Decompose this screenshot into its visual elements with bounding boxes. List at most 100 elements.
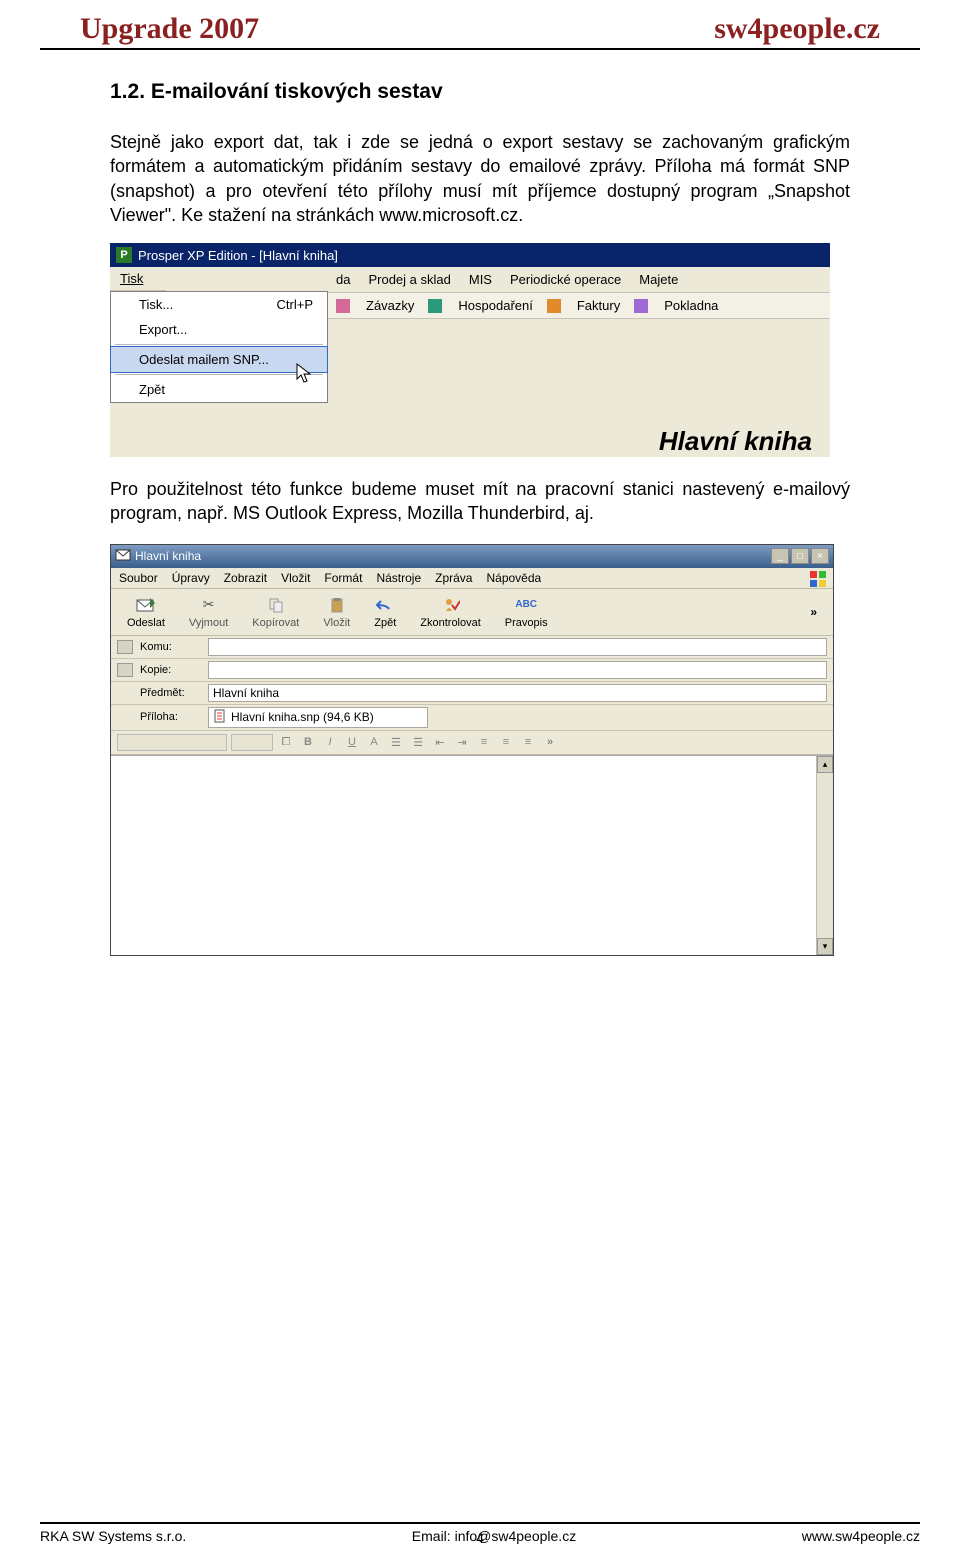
prosper-page-heading: Hlavní kniha (659, 426, 812, 457)
paste-button[interactable]: Vložit (313, 593, 360, 631)
screenshot-outlook: Hlavní kniha _ □ × Soubor Úpravy Zobrazi… (110, 544, 834, 956)
message-body[interactable]: ▴ ▾ (111, 755, 833, 955)
menu-upravy[interactable]: Úpravy (172, 571, 210, 585)
menu-napoveda[interactable]: Nápověda (486, 571, 541, 585)
scrollbar[interactable]: ▴ ▾ (816, 756, 833, 955)
faktury-icon (547, 299, 561, 313)
prosper-topnav-1: da Prodej a sklad MIS Periodické operace… (328, 267, 830, 293)
cc-input[interactable] (208, 661, 827, 679)
font-color-button[interactable]: A (365, 734, 383, 751)
menu-item-zpet[interactable]: Zpět (111, 377, 327, 402)
oe-titlebar: Hlavní kniha _ □ × (111, 545, 833, 568)
send-button[interactable]: Odeslat (117, 593, 175, 631)
scroll-up-icon[interactable]: ▴ (817, 756, 833, 773)
cc-label: Kopie: (140, 664, 204, 676)
nav-item[interactable]: Pokladna (664, 298, 718, 313)
footer-company: RKA SW Systems s.r.o. (40, 1528, 186, 1544)
menu-soubor[interactable]: Soubor (119, 571, 158, 585)
list-ordered-icon[interactable]: ☰ (387, 734, 405, 751)
paste-icon (326, 595, 348, 615)
paragraph-2: Pro použitelnost této funkce budeme muse… (110, 477, 850, 526)
screenshot-prosper: P Prosper XP Edition - [Hlavní kniha] Ti… (110, 243, 830, 457)
mail-icon (115, 548, 131, 565)
nav-item[interactable]: Periodické operace (510, 272, 621, 287)
prosper-app-icon: P (116, 247, 132, 263)
nav-item[interactable]: Závazky (366, 298, 414, 313)
send-icon (135, 595, 157, 615)
content: 1.2. E-mailování tiskových sestav Stejně… (0, 50, 960, 956)
prosper-title: Prosper XP Edition - [Hlavní kniha] (138, 248, 338, 263)
footer-email: Email: info@sw4people.cz (412, 1528, 576, 1544)
prosper-main-area: da Prodej a sklad MIS Periodické operace… (328, 267, 830, 457)
rich-text-toolbar: ⧠ B I U A ☰ ☰ ⇤ ⇥ ≡ ≡ ≡ » (111, 731, 833, 755)
close-button[interactable]: × (811, 548, 829, 564)
menu-tisk[interactable]: Tisk (110, 267, 166, 291)
nav-item[interactable]: Faktury (577, 298, 620, 313)
address-book-icon[interactable] (117, 663, 133, 677)
cut-icon: ✂ (198, 595, 220, 615)
copy-button[interactable]: Kopírovat (242, 593, 309, 631)
maximize-button[interactable]: □ (791, 548, 809, 564)
nav-item[interactable]: Prodej a sklad (368, 272, 450, 287)
font-size-select[interactable] (231, 734, 273, 751)
underline-button[interactable]: U (343, 734, 361, 751)
pokladna-icon (634, 299, 648, 313)
spell-icon: ABC (515, 595, 537, 615)
nav-item[interactable]: Hospodaření (458, 298, 532, 313)
prosper-titlebar: P Prosper XP Edition - [Hlavní kniha] (110, 243, 830, 267)
menu-format[interactable]: Formát (324, 571, 362, 585)
page-header: Upgrade 2007 sw4people.cz (40, 0, 920, 50)
to-input[interactable] (208, 638, 827, 656)
minimize-button[interactable]: _ (771, 548, 789, 564)
menu-nastroje[interactable]: Nástroje (376, 571, 421, 585)
nav-item[interactable]: MIS (469, 272, 492, 287)
paragraph-1: Stejně jako export dat, tak i zde se jed… (110, 130, 850, 227)
menu-separator (115, 344, 323, 345)
cut-button[interactable]: ✂ Vyjmout (179, 593, 238, 631)
page-number: 4 (476, 1530, 484, 1546)
align-center-icon[interactable]: ≡ (497, 734, 515, 751)
oe-title: Hlavní kniha (135, 549, 201, 563)
page-footer: RKA SW Systems s.r.o. Email: info@sw4peo… (40, 1522, 920, 1544)
menu-vlozit[interactable]: Vložit (281, 571, 310, 585)
snapshot-file-icon (213, 709, 227, 726)
rt-expand[interactable]: » (547, 736, 553, 748)
scroll-down-icon[interactable]: ▾ (817, 938, 833, 955)
oe-menubar: Soubor Úpravy Zobrazit Vložit Formát Nás… (111, 568, 833, 589)
list-bullet-icon[interactable]: ☰ (409, 734, 427, 751)
toolbar-expand[interactable]: » (800, 601, 827, 623)
subject-input[interactable] (208, 684, 827, 702)
undo-icon (374, 595, 396, 615)
italic-button[interactable]: I (321, 734, 339, 751)
to-label: Komu: (140, 641, 204, 653)
indent-icon[interactable]: ⇥ (453, 734, 471, 751)
address-book-icon[interactable] (117, 640, 133, 654)
hospodareni-icon (428, 299, 442, 313)
undo-button[interactable]: Zpět (364, 593, 406, 631)
bold-button[interactable]: B (299, 734, 317, 751)
menu-separator (115, 374, 323, 375)
menu-zprava[interactable]: Zpráva (435, 571, 472, 585)
windows-flag-icon (809, 570, 827, 588)
oe-header-fields: Komu: Kopie: Předmět: Příloha: Hlavní kn… (111, 636, 833, 731)
oe-toolbar: Odeslat ✂ Vyjmout Kopírovat Vložit Zpět … (111, 589, 833, 636)
check-button[interactable]: Zkontrolovat (410, 593, 491, 631)
header-right: sw4people.cz (714, 12, 880, 46)
header-left: Upgrade 2007 (80, 12, 259, 46)
spell-button[interactable]: ABC Pravopis (495, 593, 558, 631)
menu-item-tisk[interactable]: Tisk... Ctrl+P (111, 292, 327, 317)
menu-item-odeslat-snp[interactable]: Odeslat mailem SNP... (110, 346, 328, 373)
align-right-icon[interactable]: ≡ (519, 734, 537, 751)
para-icon[interactable]: ⧠ (277, 734, 295, 751)
menu-item-export[interactable]: Export... (111, 317, 327, 342)
align-left-icon[interactable]: ≡ (475, 734, 493, 751)
menu-zobrazit[interactable]: Zobrazit (224, 571, 267, 585)
copy-icon (265, 595, 287, 615)
attachment-chip[interactable]: Hlavní kniha.snp (94,6 KB) (208, 707, 428, 728)
prosper-topnav-2: Závazky Hospodaření Faktury Pokladna (328, 293, 830, 319)
nav-item[interactable]: da (336, 272, 350, 287)
font-family-select[interactable] (117, 734, 227, 751)
outdent-icon[interactable]: ⇤ (431, 734, 449, 751)
attachment-name: Hlavní kniha.snp (94,6 KB) (231, 710, 374, 724)
nav-item[interactable]: Majete (639, 272, 678, 287)
